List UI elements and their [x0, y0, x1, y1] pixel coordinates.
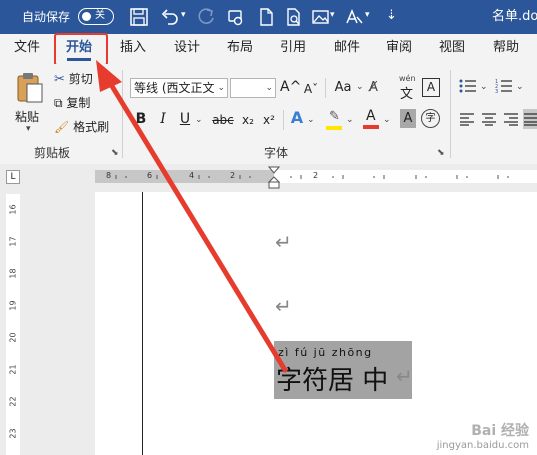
watermark: Bai 经验 jingyan.baidu.com: [437, 420, 529, 451]
annotation-arrow: [96, 60, 288, 373]
watermark-url: jingyan.baidu.com: [436, 440, 529, 451]
watermark-logo: Bai 经验: [471, 423, 529, 439]
